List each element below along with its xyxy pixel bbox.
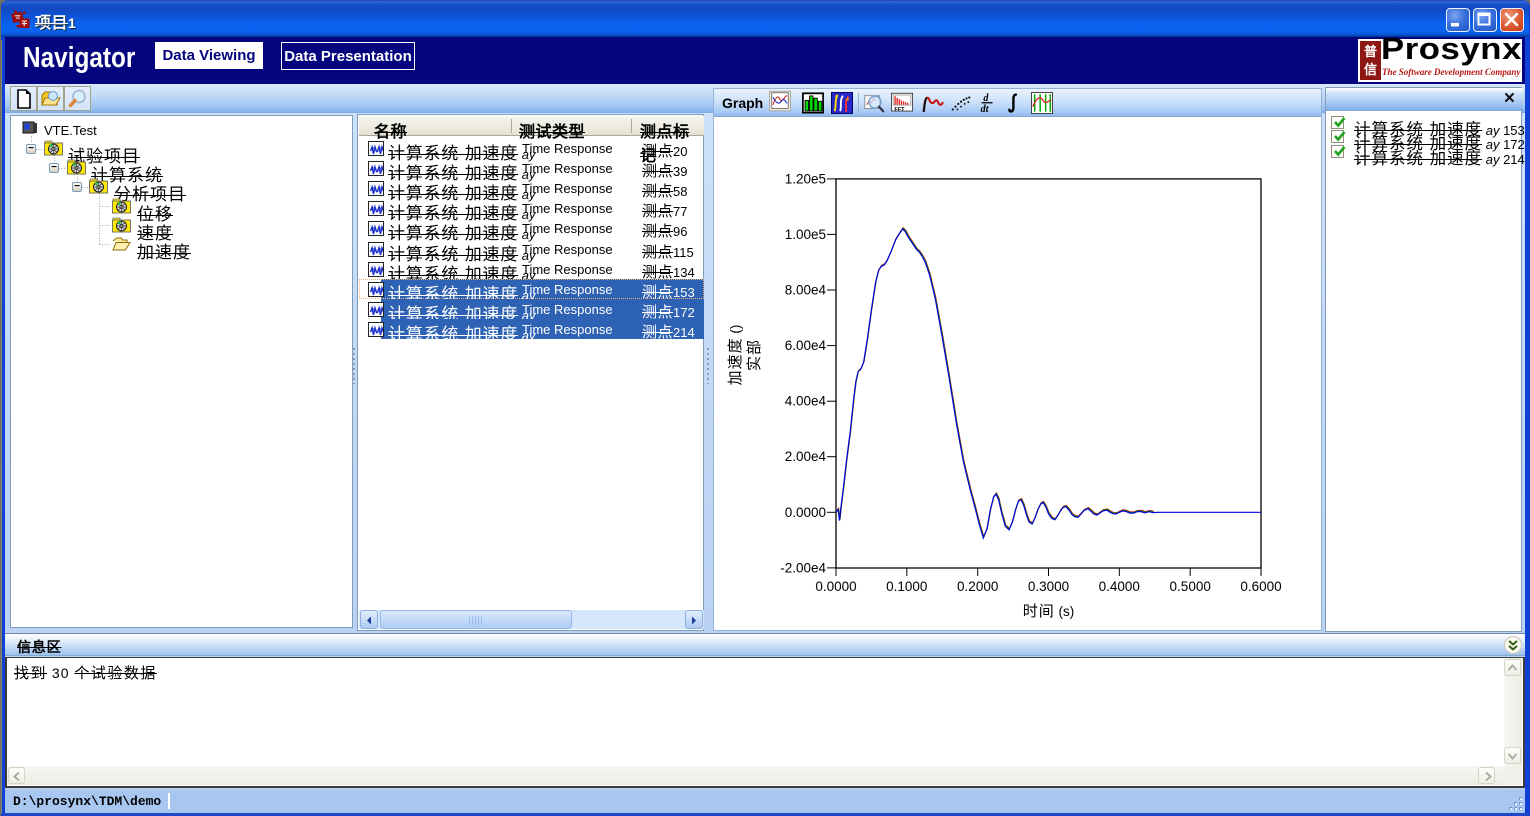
svg-text:0.0000: 0.0000 bbox=[815, 579, 856, 594]
svg-text:0.6000: 0.6000 bbox=[1240, 579, 1281, 594]
svg-text:6.00e4: 6.00e4 bbox=[785, 338, 827, 353]
svg-text:8.00e4: 8.00e4 bbox=[785, 283, 827, 298]
svg-text:加速度 (): 加速度 () bbox=[727, 325, 744, 386]
svg-text:0.0000: 0.0000 bbox=[785, 505, 826, 520]
svg-text:1.00e5: 1.00e5 bbox=[785, 227, 826, 242]
svg-text:4.00e4: 4.00e4 bbox=[785, 394, 827, 409]
svg-text:dt: dt bbox=[981, 104, 990, 114]
svg-text:0.1000: 0.1000 bbox=[886, 579, 927, 594]
svg-text:0.3000: 0.3000 bbox=[1028, 579, 1069, 594]
svg-text:实部: 实部 bbox=[746, 339, 763, 371]
svg-text:0.2000: 0.2000 bbox=[957, 579, 998, 594]
svg-text:0.5000: 0.5000 bbox=[1170, 579, 1211, 594]
svg-text:2.00e4: 2.00e4 bbox=[785, 449, 827, 464]
svg-text:时间 (s): 时间 (s) bbox=[1023, 603, 1075, 620]
svg-text:0.4000: 0.4000 bbox=[1099, 579, 1140, 594]
svg-text:1.20e5: 1.20e5 bbox=[785, 171, 826, 186]
svg-text:-2.00e4: -2.00e4 bbox=[780, 560, 826, 575]
svg-text:FFT: FFT bbox=[894, 107, 905, 113]
